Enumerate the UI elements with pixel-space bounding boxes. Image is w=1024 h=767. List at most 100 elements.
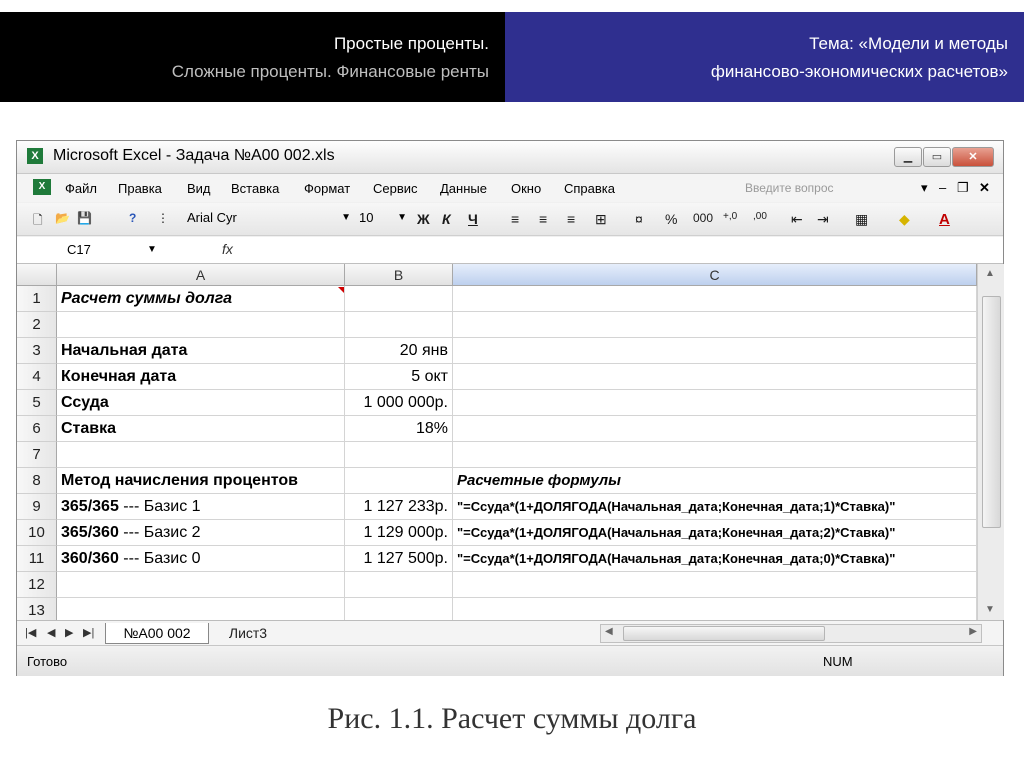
cell-c10[interactable]: "=Ссуда*(1+ДОЛЯГОДА(Начальная_дата;Конеч… bbox=[453, 520, 977, 546]
workbook-icon[interactable]: X bbox=[33, 179, 51, 195]
cell-c2[interactable] bbox=[453, 312, 977, 338]
doc-restore-icon[interactable]: ❐ bbox=[957, 180, 969, 196]
row-header[interactable]: 9 bbox=[17, 494, 57, 520]
cell-b12[interactable] bbox=[345, 572, 453, 598]
vertical-scrollbar[interactable]: ▲ ▼ bbox=[977, 264, 1004, 620]
cell-b9[interactable]: 1 127 233р. bbox=[345, 494, 453, 520]
row-header[interactable]: 2 bbox=[17, 312, 57, 338]
horizontal-scroll-thumb[interactable] bbox=[623, 626, 825, 641]
last-sheet-icon[interactable]: ▶| bbox=[83, 626, 94, 639]
align-center-icon[interactable]: ≡ bbox=[539, 211, 547, 227]
ask-question-input[interactable]: Введите вопрос bbox=[745, 181, 834, 195]
menu-edit[interactable]: Правка bbox=[118, 181, 162, 196]
underline-button[interactable]: Ч bbox=[468, 211, 478, 227]
cell-b6[interactable]: 18% bbox=[345, 416, 453, 442]
help-icon[interactable]: ? bbox=[129, 211, 136, 225]
menu-insert[interactable]: Вставка bbox=[231, 181, 279, 196]
cell-a9[interactable]: 365/365 --- Базис 1 bbox=[57, 494, 345, 520]
merge-center-icon[interactable]: ⊞ bbox=[595, 211, 607, 228]
menu-window[interactable]: Окно bbox=[511, 181, 541, 196]
menu-help[interactable]: Справка bbox=[564, 181, 615, 196]
cell-b1[interactable] bbox=[345, 286, 453, 312]
row-header[interactable]: 3 bbox=[17, 338, 57, 364]
comment-indicator[interactable] bbox=[338, 287, 344, 293]
doc-close-icon[interactable]: ✕ bbox=[979, 180, 990, 196]
cell-a7[interactable] bbox=[57, 442, 345, 468]
minimize-button[interactable]: ▁ bbox=[894, 147, 922, 167]
cell-c5[interactable] bbox=[453, 390, 977, 416]
cell-c6[interactable] bbox=[453, 416, 977, 442]
menu-data[interactable]: Данные bbox=[440, 181, 487, 196]
decrease-decimal-button[interactable]: ,00 bbox=[753, 211, 767, 222]
cell-a6[interactable]: Ставка bbox=[57, 416, 345, 442]
column-header-c[interactable]: C bbox=[453, 264, 977, 286]
thousands-button[interactable]: 000 bbox=[693, 211, 713, 225]
currency-icon[interactable]: ¤ bbox=[635, 211, 643, 227]
ask-dropdown-icon[interactable]: ▾ bbox=[921, 180, 928, 196]
cell-c11[interactable]: "=Ссуда*(1+ДОЛЯГОДА(Начальная_дата;Конеч… bbox=[453, 546, 977, 572]
borders-icon[interactable]: ▦ bbox=[855, 211, 868, 228]
cell-b8[interactable] bbox=[345, 468, 453, 494]
cell-c7[interactable] bbox=[453, 442, 977, 468]
cell-b3[interactable]: 20 янв bbox=[345, 338, 453, 364]
cell-c8[interactable]: Расчетные формулы bbox=[453, 468, 977, 494]
doc-minimize-icon[interactable]: – bbox=[939, 180, 946, 195]
italic-button[interactable]: К bbox=[442, 211, 451, 227]
vertical-scroll-thumb[interactable] bbox=[982, 296, 1001, 528]
fill-color-icon[interactable]: ◆ bbox=[899, 211, 910, 228]
cell-a11[interactable]: 360/360 --- Базис 0 bbox=[57, 546, 345, 572]
cell-b11[interactable]: 1 127 500р. bbox=[345, 546, 453, 572]
column-header-b[interactable]: B bbox=[345, 264, 453, 286]
cell-b13[interactable] bbox=[345, 598, 453, 620]
cell-b5[interactable]: 1 000 000р. bbox=[345, 390, 453, 416]
column-header-a[interactable]: A bbox=[57, 264, 345, 286]
font-color-icon[interactable]: A bbox=[939, 211, 950, 228]
maximize-button[interactable]: ▭ bbox=[923, 147, 951, 167]
menu-tools[interactable]: Сервис bbox=[373, 181, 418, 196]
row-header[interactable]: 7 bbox=[17, 442, 57, 468]
toolbar-options-icon[interactable]: ⋮ bbox=[157, 211, 169, 225]
decrease-indent-icon[interactable]: ⇤ bbox=[791, 211, 803, 228]
row-header[interactable]: 4 bbox=[17, 364, 57, 390]
row-header[interactable]: 5 bbox=[17, 390, 57, 416]
cell-a4[interactable]: Конечная дата bbox=[57, 364, 345, 390]
font-name-select[interactable]: Arial Cyr ▼ bbox=[187, 209, 355, 227]
cell-b2[interactable] bbox=[345, 312, 453, 338]
formula-input[interactable] bbox=[247, 239, 992, 261]
menu-view[interactable]: Вид bbox=[187, 181, 211, 196]
cell-a2[interactable] bbox=[57, 312, 345, 338]
new-document-icon[interactable]: 🗋 bbox=[33, 211, 43, 232]
menu-file[interactable]: Файл bbox=[65, 181, 97, 196]
row-header[interactable]: 13 bbox=[17, 598, 57, 620]
close-button[interactable]: ✕ bbox=[952, 147, 994, 167]
name-box[interactable]: C17 ▼ bbox=[17, 237, 167, 263]
scroll-left-icon[interactable]: ◀ bbox=[605, 626, 613, 637]
cell-c13[interactable] bbox=[453, 598, 977, 620]
increase-decimal-button[interactable]: +,0 bbox=[723, 211, 737, 222]
cell-b4[interactable]: 5 окт bbox=[345, 364, 453, 390]
cell-b7[interactable] bbox=[345, 442, 453, 468]
sheet-tab-active[interactable]: №А00 002 bbox=[105, 623, 209, 644]
percent-button[interactable]: % bbox=[665, 211, 677, 227]
menu-format[interactable]: Формат bbox=[304, 181, 350, 196]
cell-a13[interactable] bbox=[57, 598, 345, 620]
cell-c4[interactable] bbox=[453, 364, 977, 390]
scroll-down-icon[interactable]: ▼ bbox=[985, 604, 995, 615]
cell-c12[interactable] bbox=[453, 572, 977, 598]
save-icon[interactable]: 💾 bbox=[77, 211, 92, 225]
align-right-icon[interactable]: ≡ bbox=[567, 211, 575, 227]
cell-a10[interactable]: 365/360 --- Базис 2 bbox=[57, 520, 345, 546]
select-all-corner[interactable] bbox=[17, 264, 57, 286]
prev-sheet-icon[interactable]: ◀ bbox=[47, 626, 55, 639]
align-left-icon[interactable]: ≡ bbox=[511, 211, 519, 227]
scroll-right-icon[interactable]: ▶ bbox=[969, 626, 977, 637]
font-size-select[interactable]: 10 ▼ bbox=[359, 209, 407, 227]
cell-c9[interactable]: "=Ссуда*(1+ДОЛЯГОДА(Начальная_дата;Конеч… bbox=[453, 494, 977, 520]
row-header[interactable]: 1 bbox=[17, 286, 57, 312]
function-wizard-icon[interactable]: fx bbox=[222, 241, 233, 257]
first-sheet-icon[interactable]: |◀ bbox=[25, 626, 36, 639]
cell-a3[interactable]: Начальная дата bbox=[57, 338, 345, 364]
bold-button[interactable]: Ж bbox=[417, 211, 430, 227]
open-folder-icon[interactable]: 📂 bbox=[55, 211, 70, 225]
horizontal-scrollbar[interactable]: ◀ ▶ bbox=[600, 624, 982, 643]
